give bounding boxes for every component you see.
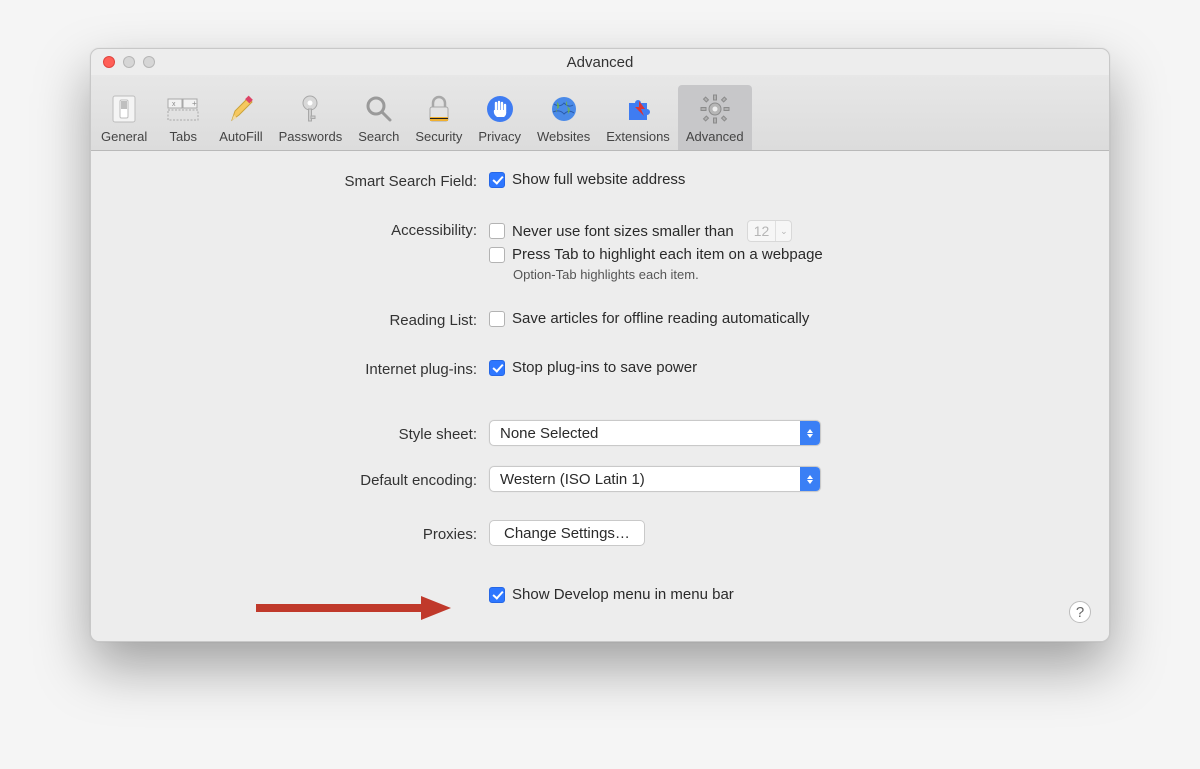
- close-window-icon[interactable]: [103, 56, 115, 68]
- gear-icon: [697, 91, 733, 127]
- tabs-icon: x+: [165, 91, 201, 127]
- stop-plugins-checkbox[interactable]: [489, 360, 505, 376]
- tab-label: Tabs: [170, 129, 197, 144]
- offline-reading-checkbox[interactable]: [489, 311, 505, 327]
- min-font-text: Never use font sizes smaller than: [512, 223, 734, 240]
- accessibility-hint: Option-Tab highlights each item.: [489, 267, 1081, 282]
- titlebar: Advanced: [91, 49, 1109, 75]
- tab-passwords[interactable]: Passwords: [271, 85, 351, 150]
- globe-icon: [546, 91, 582, 127]
- key-icon: [292, 91, 328, 127]
- plugins-label: Internet plug-ins:: [119, 359, 489, 378]
- show-full-url-text: Show full website address: [512, 171, 685, 188]
- lock-icon: [421, 91, 457, 127]
- encoding-value: Western (ISO Latin 1): [490, 471, 800, 488]
- preferences-toolbar: General x+ Tabs AutoFill Passwords Searc…: [91, 75, 1109, 151]
- tab-label: General: [101, 129, 147, 144]
- tab-autofill[interactable]: AutoFill: [211, 85, 270, 150]
- help-button[interactable]: ?: [1069, 601, 1091, 623]
- preferences-window: Advanced General x+ Tabs AutoFill Pa: [90, 48, 1110, 642]
- min-font-value: 12: [748, 223, 776, 239]
- zoom-window-icon[interactable]: [143, 56, 155, 68]
- tab-label: Search: [358, 129, 399, 144]
- proxies-label: Proxies:: [119, 524, 489, 543]
- tab-search[interactable]: Search: [350, 85, 407, 150]
- stylesheet-popup[interactable]: None Selected: [489, 420, 821, 446]
- reading-list-label: Reading List:: [119, 310, 489, 329]
- pencil-icon: [223, 91, 259, 127]
- tab-general[interactable]: General: [93, 85, 155, 150]
- accessibility-label: Accessibility:: [119, 220, 489, 239]
- svg-text:+: +: [192, 99, 197, 108]
- hand-icon: [482, 91, 518, 127]
- preferences-content: Smart Search Field: Show full website ad…: [91, 151, 1109, 641]
- min-font-stepper[interactable]: 12 ⌄: [747, 220, 793, 242]
- show-full-url-checkbox[interactable]: [489, 172, 505, 188]
- tab-advanced[interactable]: Advanced: [678, 85, 752, 150]
- min-font-checkbox[interactable]: [489, 223, 505, 239]
- tab-label: Security: [415, 129, 462, 144]
- smart-search-label: Smart Search Field:: [119, 171, 489, 190]
- chevron-down-icon: ⌄: [775, 221, 791, 241]
- tab-label: Privacy: [478, 129, 521, 144]
- minimize-window-icon[interactable]: [123, 56, 135, 68]
- switch-icon: [106, 91, 142, 127]
- tab-highlight-checkbox[interactable]: [489, 247, 505, 263]
- tab-tabs[interactable]: x+ Tabs: [155, 85, 211, 150]
- magnify-icon: [361, 91, 397, 127]
- tab-privacy[interactable]: Privacy: [470, 85, 529, 150]
- tab-label: Passwords: [279, 129, 343, 144]
- window-controls: [103, 56, 155, 68]
- window-title: Advanced: [91, 54, 1109, 71]
- tab-label: Extensions: [606, 129, 670, 144]
- popup-arrows-icon: [800, 467, 820, 491]
- tab-label: AutoFill: [219, 129, 262, 144]
- encoding-label: Default encoding:: [119, 470, 489, 489]
- encoding-popup[interactable]: Western (ISO Latin 1): [489, 466, 821, 492]
- tab-security[interactable]: Security: [407, 85, 470, 150]
- offline-reading-text: Save articles for offline reading automa…: [512, 310, 809, 327]
- tab-label: Advanced: [686, 129, 744, 144]
- tab-label: Websites: [537, 129, 590, 144]
- stylesheet-value: None Selected: [490, 425, 800, 442]
- tab-highlight-text: Press Tab to highlight each item on a we…: [512, 246, 823, 263]
- tab-websites[interactable]: Websites: [529, 85, 598, 150]
- tab-extensions[interactable]: Extensions: [598, 85, 678, 150]
- show-develop-checkbox[interactable]: [489, 587, 505, 603]
- stop-plugins-text: Stop plug-ins to save power: [512, 359, 697, 376]
- stylesheet-label: Style sheet:: [119, 424, 489, 443]
- show-develop-text: Show Develop menu in menu bar: [512, 586, 734, 603]
- puzzle-icon: [620, 91, 656, 127]
- change-proxies-button[interactable]: Change Settings…: [489, 520, 645, 546]
- popup-arrows-icon: [800, 421, 820, 445]
- svg-text:x: x: [172, 101, 176, 108]
